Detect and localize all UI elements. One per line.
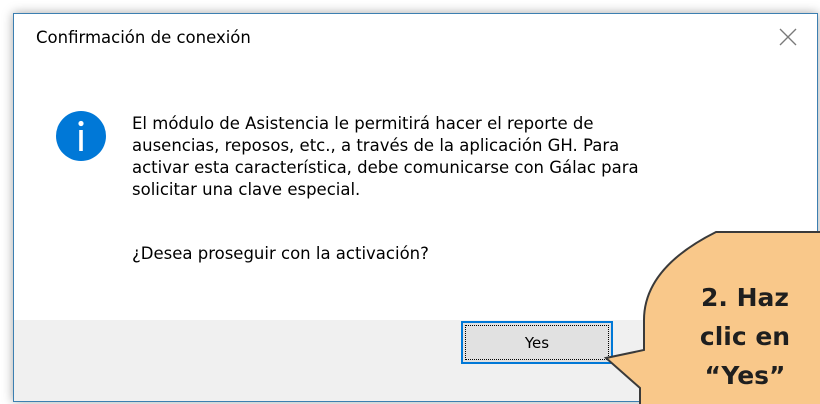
close-icon[interactable] [777, 26, 799, 48]
callout-line: 2. Haz [701, 283, 789, 312]
yes-button[interactable]: Yes [461, 321, 613, 364]
dialog-title: Confirmación de conexión [36, 28, 251, 47]
message-line: El módulo de Asistencia le permitirá hac… [132, 114, 594, 133]
callout-text: 2. Haz clic en “Yes” [680, 278, 810, 395]
dialog-message: El módulo de Asistencia le permitirá hac… [132, 113, 772, 201]
message-line: activar esta característica, debe comuni… [132, 158, 639, 177]
info-icon [56, 111, 106, 161]
message-line: solicitar una clave especial. [132, 180, 361, 199]
stage: Confirmación de conexión El módulo de As… [0, 0, 820, 404]
title-bar: Confirmación de conexión [14, 14, 817, 66]
dialog-question: ¿Desea proseguir con la activación? [132, 244, 429, 263]
callout-line: clic en [699, 322, 791, 351]
callout-line: “Yes” [704, 361, 786, 390]
message-line: ausencias, reposos, etc., a través de la… [132, 136, 620, 155]
